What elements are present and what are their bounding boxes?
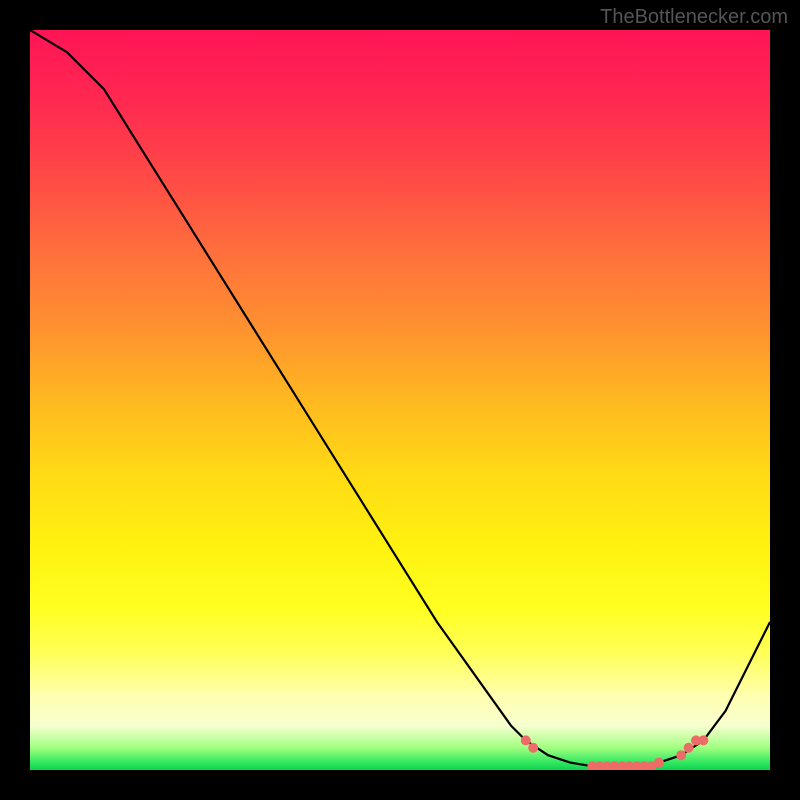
marker-dots-group bbox=[521, 735, 709, 770]
chart-plot-area bbox=[30, 30, 770, 770]
chart-line-layer bbox=[30, 30, 770, 770]
marker-dot bbox=[698, 735, 708, 745]
marker-dot bbox=[684, 743, 694, 753]
marker-dot bbox=[528, 743, 538, 753]
bottleneck-curve bbox=[30, 30, 770, 766]
marker-dot bbox=[521, 735, 531, 745]
watermark-text: TheBottlenecker.com bbox=[600, 6, 788, 29]
marker-dot bbox=[676, 750, 686, 760]
marker-dot bbox=[654, 758, 664, 768]
